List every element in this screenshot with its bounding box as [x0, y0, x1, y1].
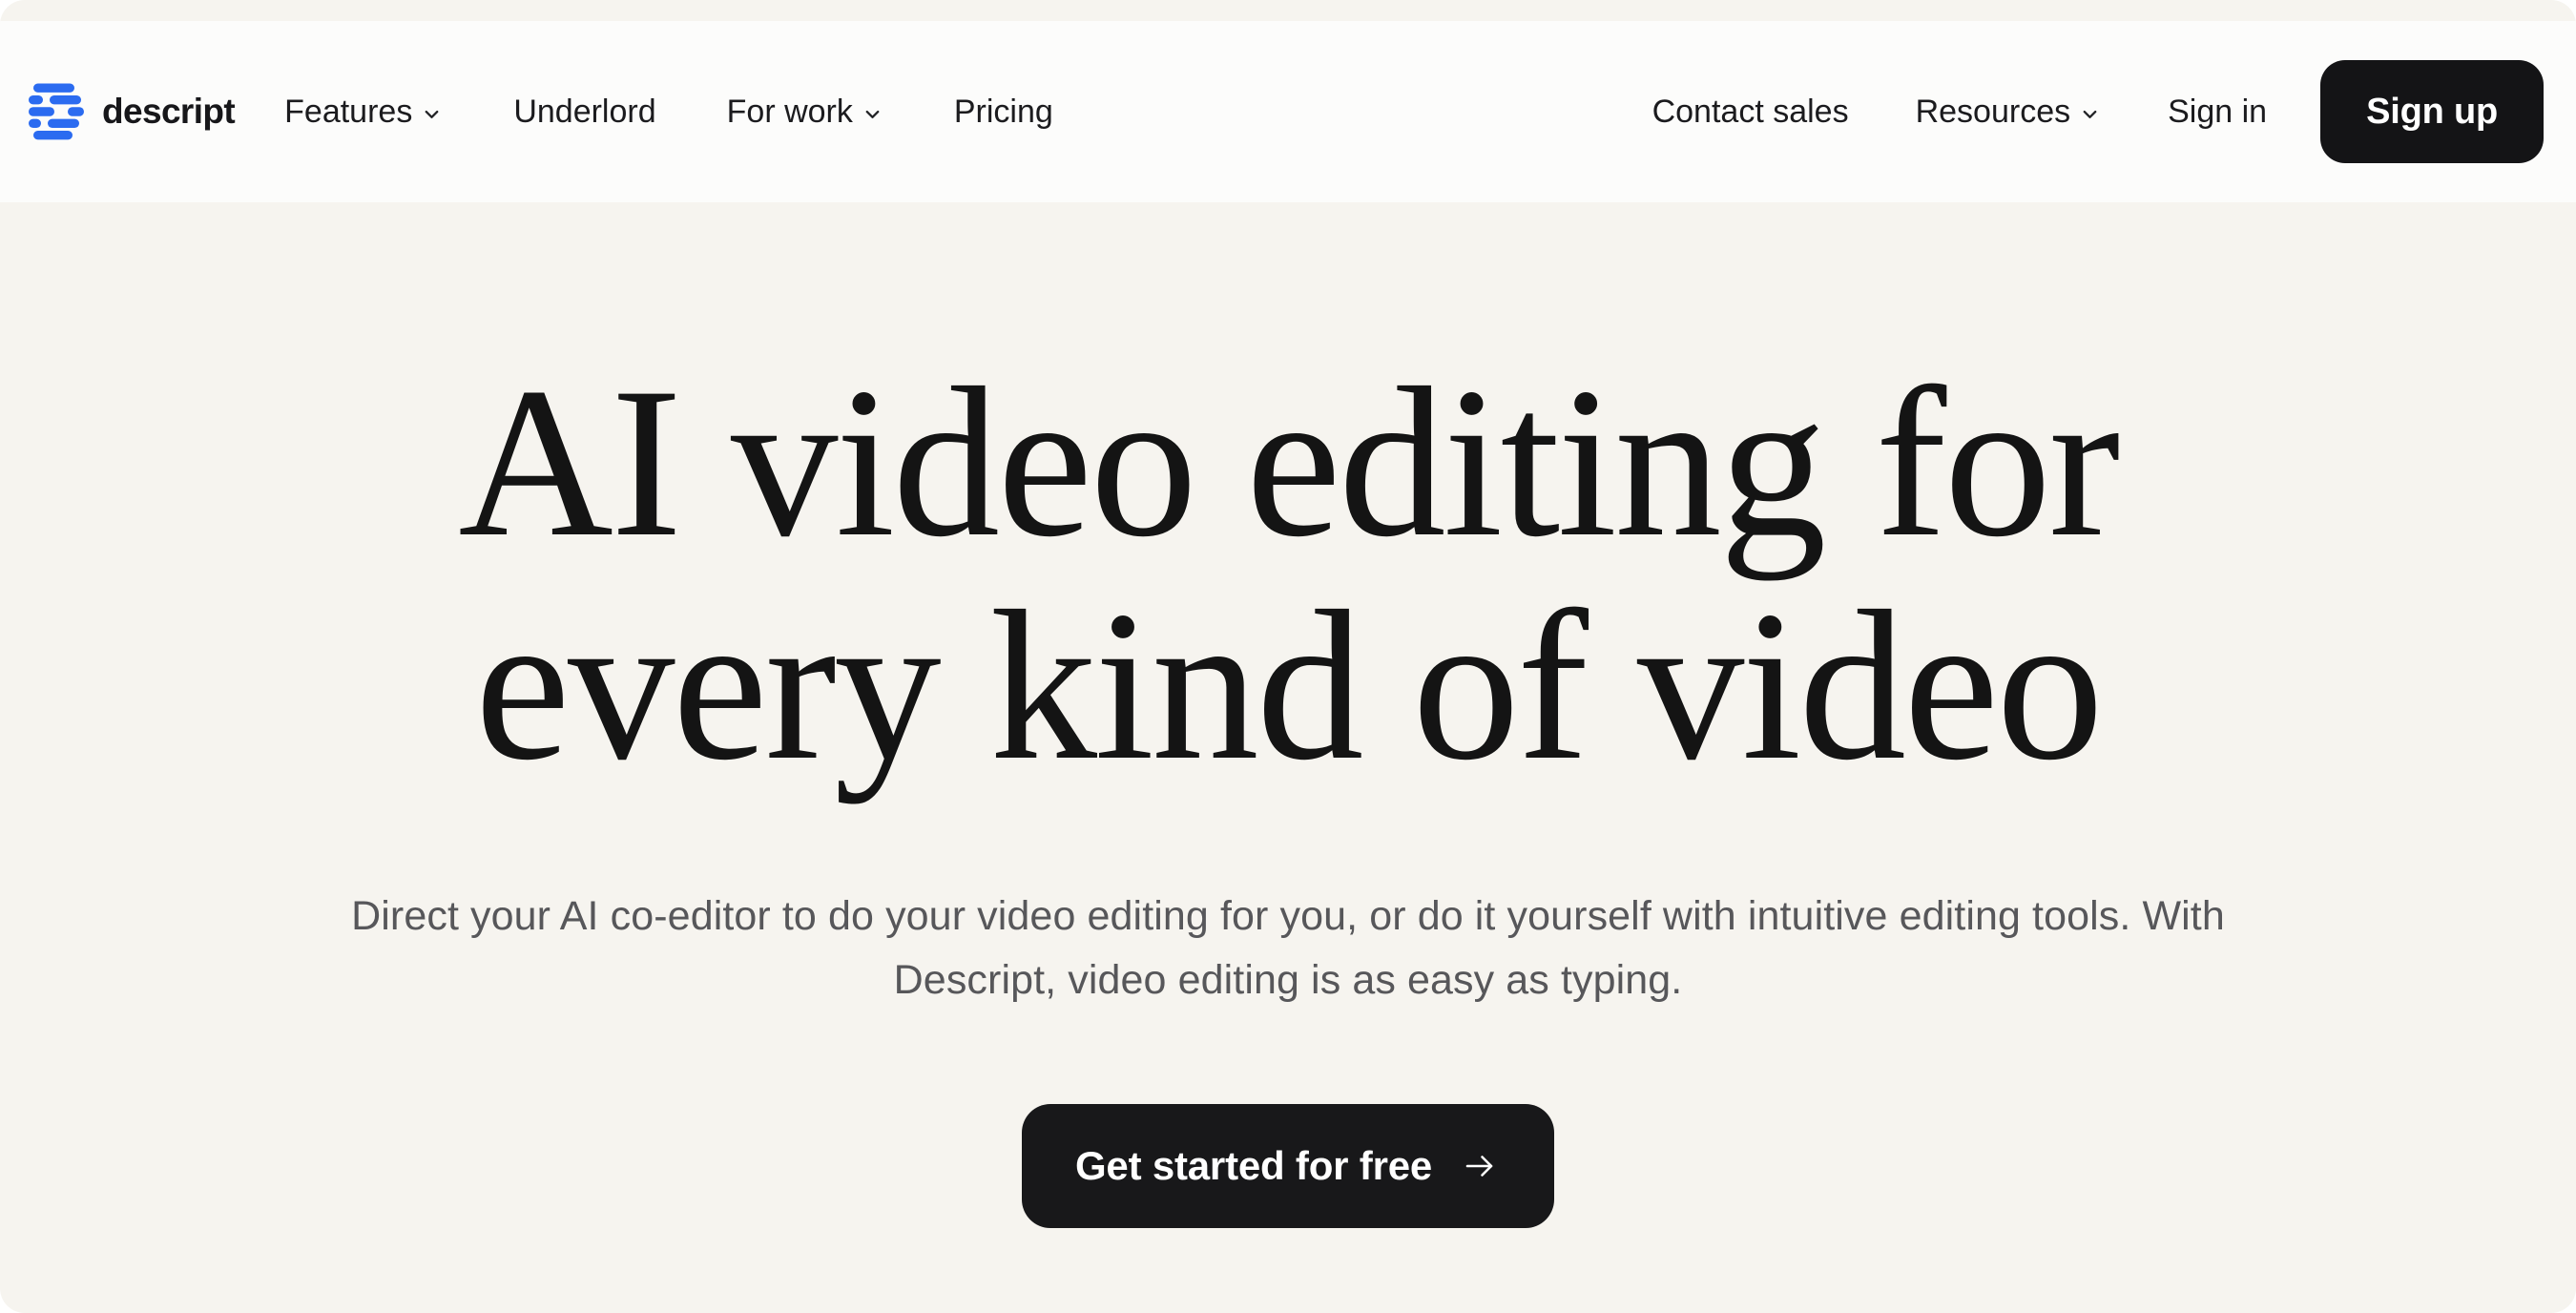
nav-item-underlord[interactable]: Underlord [513, 94, 655, 131]
hero-heading: AI video editing for every kind of video [0, 350, 2576, 797]
get-started-button[interactable]: Get started for free [1022, 1104, 1554, 1228]
nav-item-label: Contact sales [1652, 94, 1849, 131]
page-container: descript Features Underlord For work Pri… [0, 0, 2576, 1313]
descript-logo[interactable]: descript [29, 82, 235, 141]
nav-item-label: For work [727, 94, 853, 131]
top-navigation: descript Features Underlord For work Pri… [0, 21, 2576, 202]
hero-description-line1: Direct your AI co-editor to do your vide… [210, 885, 2366, 948]
nav-item-for-work[interactable]: For work [727, 94, 883, 131]
hero-description: Direct your AI co-editor to do your vide… [210, 885, 2366, 1012]
arrow-right-icon [1459, 1145, 1501, 1187]
nav-item-contact-sales[interactable]: Contact sales [1652, 94, 1849, 131]
hero-heading-line1: AI video editing for [0, 350, 2576, 573]
nav-item-pricing[interactable]: Pricing [954, 94, 1053, 131]
nav-item-sign-in[interactable]: Sign in [2168, 94, 2267, 131]
hero-section: AI video editing for every kind of video… [0, 350, 2576, 1228]
hero-heading-line2: every kind of video [0, 573, 2576, 797]
chevron-down-icon [862, 103, 883, 125]
nav-item-features[interactable]: Features [284, 94, 443, 131]
descript-logo-icon [29, 82, 88, 141]
nav-item-label: Sign in [2168, 94, 2267, 131]
nav-item-resources[interactable]: Resources [1916, 94, 2102, 131]
brand-wordmark: descript [102, 92, 235, 132]
chevron-down-icon [421, 103, 443, 125]
sign-up-button[interactable]: Sign up [2320, 60, 2544, 163]
nav-left-group: descript Features Underlord For work Pri… [29, 82, 1053, 141]
nav-item-label: Resources [1916, 94, 2071, 131]
nav-item-label: Underlord [513, 94, 655, 131]
chevron-down-icon [2079, 103, 2101, 125]
hero-description-line2: Descript, video editing is as easy as ty… [210, 948, 2366, 1012]
nav-item-label: Features [284, 94, 412, 131]
nav-right-group: Contact sales Resources Sign in Sign up [1652, 60, 2544, 163]
nav-item-label: Pricing [954, 94, 1053, 131]
get-started-label: Get started for free [1075, 1143, 1432, 1189]
primary-nav: Features Underlord For work Pricing [284, 94, 1053, 131]
